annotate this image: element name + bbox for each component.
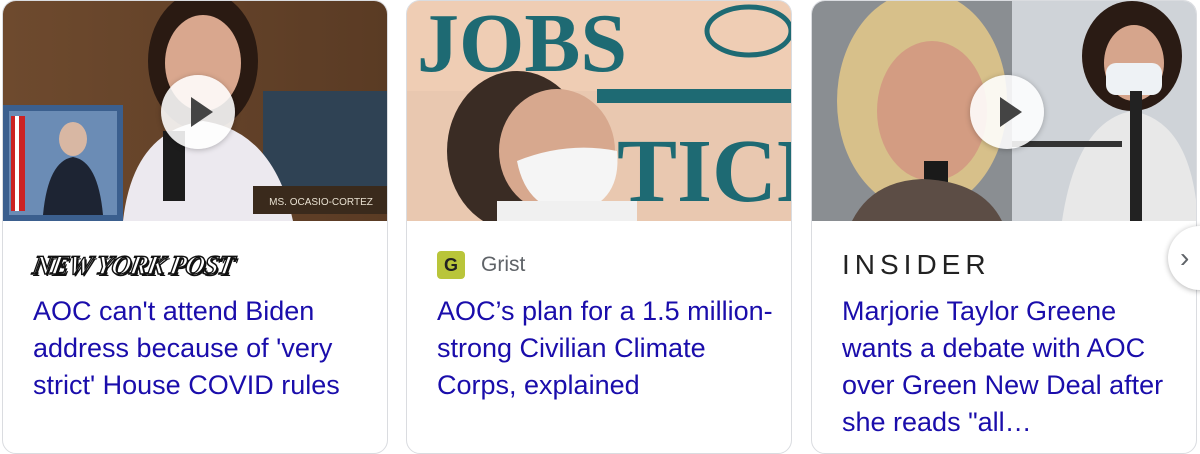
headline-link[interactable]: AOC can't attend Biden address because o… <box>33 293 369 404</box>
news-card-grist[interactable]: JOBS TICE G Grist AOC’s plan for a 1.5 m… <box>406 0 792 454</box>
news-card-nypost[interactable]: MS. OCASIO-CORTEZ NEW YORK POST AOC can'… <box>2 0 388 454</box>
source-label: INSIDER <box>842 247 991 283</box>
chevron-right-icon: › <box>1180 242 1190 273</box>
sign-text-bottom: TICE <box>617 122 791 221</box>
grist-logo-icon: G <box>437 251 465 279</box>
nameplate-text: MS. OCASIO-CORTEZ <box>269 197 373 208</box>
headline-link[interactable]: Marjorie Taylor Greene wants a debate wi… <box>842 293 1178 441</box>
video-thumbnail[interactable] <box>812 1 1196 221</box>
source-label: NEW YORK POST <box>30 247 237 283</box>
source-label: G Grist <box>437 247 525 283</box>
video-thumbnail[interactable]: MS. OCASIO-CORTEZ <box>3 1 387 221</box>
news-card-insider[interactable]: INSIDER Marjorie Taylor Greene wants a d… <box>811 0 1197 454</box>
play-icon[interactable] <box>161 75 235 149</box>
source-name: Grist <box>481 253 526 276</box>
insider-logo: INSIDER <box>842 249 991 280</box>
play-icon[interactable] <box>970 75 1044 149</box>
headline-link[interactable]: AOC’s plan for a 1.5 million-strong Civi… <box>437 293 773 404</box>
nypost-logo: NEW YORK POST <box>30 249 237 280</box>
article-thumbnail[interactable]: JOBS TICE <box>407 1 791 221</box>
thumbnail-image: JOBS TICE <box>407 1 791 221</box>
